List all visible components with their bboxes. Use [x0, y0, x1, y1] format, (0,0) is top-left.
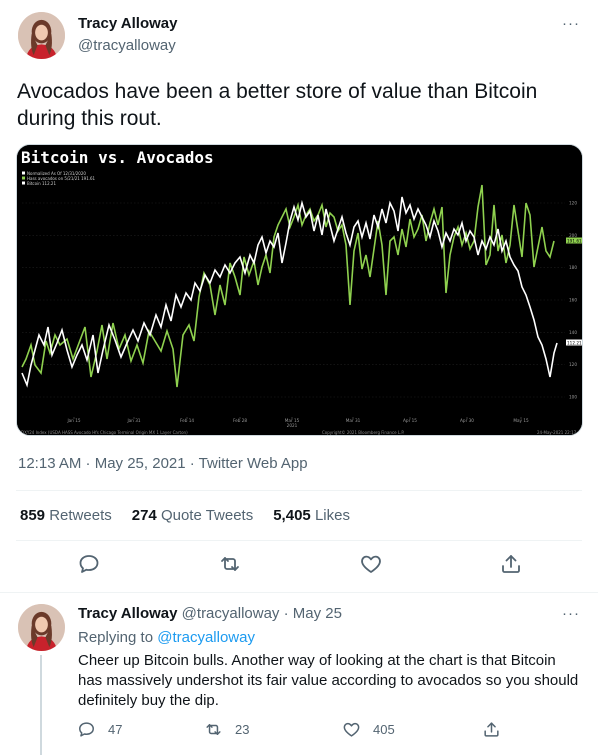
more-options-icon[interactable]: ···	[562, 16, 580, 31]
y-tick-label: 180	[569, 265, 577, 270]
reply-share-button[interactable]	[482, 720, 501, 739]
legend-swatch	[22, 181, 25, 185]
legend-swatch	[22, 171, 25, 175]
tweet-text: Avocados have been a better store of val…	[17, 80, 538, 130]
share-icon	[484, 722, 499, 737]
retweets-stat[interactable]: 859 Retweets	[20, 507, 112, 524]
reply-header: Tracy Alloway @tracyalloway · May 25	[78, 605, 342, 622]
chart-footer-source: DXY24 Index (USDA HASS Avocado Hfs Chica…	[21, 430, 188, 435]
retweet-icon[interactable]	[218, 552, 242, 576]
tweet-stats: 859 Retweets 274 Quote Tweets 5,405 Like…	[20, 507, 350, 524]
reply-icon	[79, 722, 94, 737]
x-tick-label: Jan 31	[126, 418, 140, 423]
reply-icon[interactable]	[77, 552, 101, 576]
divider	[16, 540, 582, 541]
x-tick-label: 2021	[287, 423, 298, 428]
avatar-photo	[18, 12, 65, 59]
y-tick-label: 100	[569, 395, 577, 400]
chart-image[interactable]: Bitcoin vs. Avocados Normalized As Of 12…	[16, 144, 583, 436]
quote-tweets-count: 274	[131, 507, 157, 524]
tweet-timestamp[interactable]: 12:13 AM · May 25, 2021 · Twitter Web Ap…	[18, 455, 308, 472]
likes-stat[interactable]: 5,405 Likes	[273, 507, 350, 524]
replying-to-label: Replying to	[78, 629, 154, 646]
tweet-actions	[0, 552, 598, 580]
bitcoin-last-value: 112.21	[567, 341, 582, 346]
like-icon	[343, 722, 360, 737]
y-tick-label: 200	[569, 233, 577, 238]
divider	[16, 490, 582, 491]
reply-like-count: 405	[373, 722, 395, 737]
reply-reply-count: 47	[108, 722, 123, 737]
chart-footer-date: 24-May-2021 22:17	[537, 430, 577, 435]
reply-like-button[interactable]: 405	[342, 720, 395, 739]
likes-label: Likes	[314, 507, 350, 524]
quote-tweets-label: Quote Tweets	[160, 507, 254, 524]
legend-label: Bitcoin 112.21	[27, 181, 56, 186]
replying-to-link[interactable]: @tracyalloway	[157, 629, 255, 646]
bitcoin-avocado-chart: Bitcoin vs. Avocados Normalized As Of 12…	[17, 145, 582, 435]
y-tick-label: 160	[569, 298, 577, 303]
reply-author-name[interactable]: Tracy Alloway	[78, 605, 178, 622]
avatar-photo	[18, 604, 65, 651]
y-tick-label: 140	[569, 330, 577, 335]
y-tick-label: 120	[569, 201, 577, 206]
chart-title: Bitcoin vs. Avocados	[21, 148, 214, 167]
share-icon[interactable]	[499, 552, 523, 576]
reply-date[interactable]: · May 25	[284, 605, 342, 622]
retweets-label: Retweets	[49, 507, 112, 524]
reply-reply-button[interactable]: 47	[77, 720, 122, 739]
y-tick-label: 120	[569, 362, 577, 367]
reply-author-avatar[interactable]	[18, 604, 65, 651]
author-handle[interactable]: @tracyalloway	[78, 37, 176, 54]
section-divider	[0, 592, 598, 593]
quote-tweets-stat[interactable]: 274 Quote Tweets	[132, 507, 253, 524]
chart-footer-copyright: Copyright© 2021 Bloomberg Finance L.P.	[322, 430, 404, 435]
author-avatar[interactable]	[18, 12, 65, 59]
like-icon[interactable]	[359, 552, 383, 576]
reply-actions: 47 23 405	[0, 720, 598, 744]
replying-to: Replying to @tracyalloway	[78, 629, 255, 646]
reply-retweet-button[interactable]: 23	[204, 720, 249, 739]
author-name[interactable]: Tracy Alloway	[78, 15, 178, 32]
legend-swatch	[22, 176, 25, 180]
reply-more-options-icon[interactable]: ···	[562, 606, 580, 621]
reply-text: Cheer up Bitcoin bulls. Another way of l…	[78, 652, 579, 709]
reply-author-handle[interactable]: @tracyalloway	[182, 605, 280, 622]
reply-retweet-count: 23	[235, 722, 250, 737]
likes-count: 5,405	[273, 507, 311, 524]
x-tick-label: Jan 15	[66, 418, 80, 423]
avocado-last-value: 191.61	[567, 239, 582, 244]
retweet-icon	[206, 723, 221, 736]
retweets-count: 859	[20, 507, 46, 524]
